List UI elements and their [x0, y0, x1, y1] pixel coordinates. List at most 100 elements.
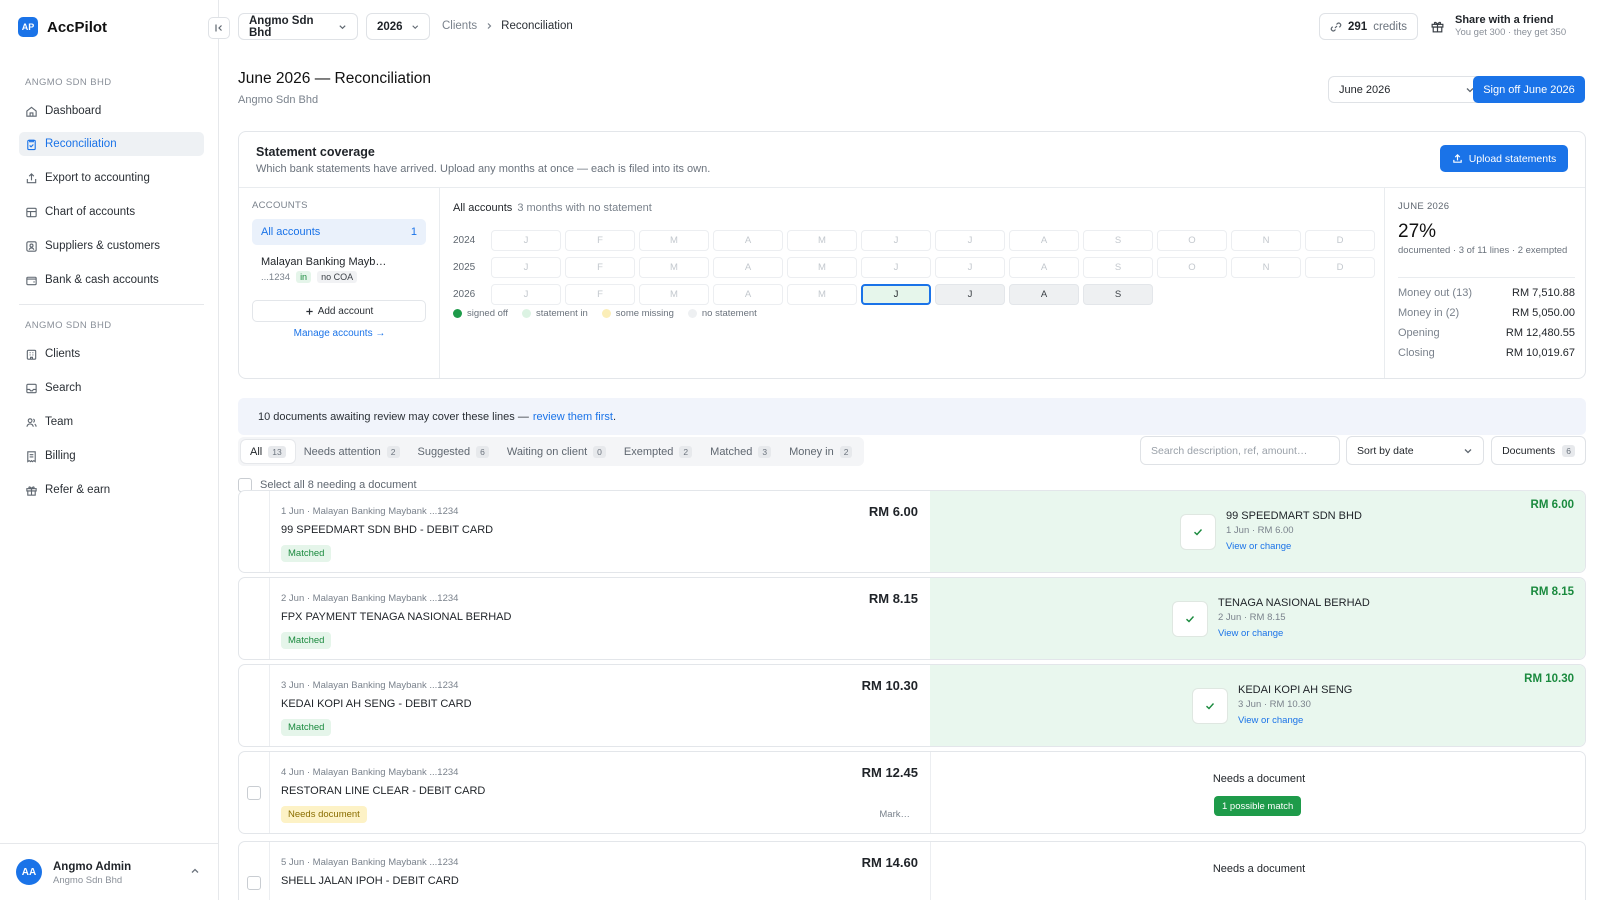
sidebar-item-export[interactable]: Export to accounting [19, 166, 204, 190]
view-or-change-link[interactable]: View or change [1218, 628, 1283, 639]
month-cell[interactable]: D [1305, 230, 1375, 251]
sidebar-item-team[interactable]: Team [19, 410, 204, 434]
month-cell[interactable]: M [639, 257, 709, 278]
tab-needs-attention[interactable]: Needs attention 2 [295, 440, 409, 463]
month-cell[interactable]: F [565, 257, 635, 278]
sidebar-item-chart-of-accounts[interactable]: Chart of accounts [19, 200, 204, 224]
month-cell[interactable]: S [1083, 284, 1153, 305]
transaction-description: KEDAI KOPI AH SENG - DEBIT CARD [281, 698, 472, 710]
month-cell[interactable]: O [1157, 230, 1227, 251]
month-cell[interactable]: S [1083, 230, 1153, 251]
tab-money-in[interactable]: Money in 2 [780, 440, 861, 463]
view-or-change-link[interactable]: View or change [1226, 541, 1291, 552]
upload-statements-button[interactable]: Upload statements [1440, 145, 1568, 172]
match-check [1192, 688, 1228, 724]
sidebar-item-refer[interactable]: Refer & earn [19, 478, 204, 502]
month-cell[interactable]: J [935, 230, 1005, 251]
month-cell[interactable]: J [935, 257, 1005, 278]
sidebar-item-search[interactable]: Search [19, 376, 204, 400]
review-first-link[interactable]: review them first [533, 411, 613, 423]
month-cell[interactable]: A [1009, 230, 1079, 251]
month-cell[interactable]: M [639, 284, 709, 305]
transaction-row[interactable]: 3 Jun · Malayan Banking Maybank ...1234 K… [238, 664, 1586, 747]
tab-waiting-on-client[interactable]: Waiting on client 0 [498, 440, 615, 463]
search-input[interactable] [1151, 444, 1329, 457]
month-cell[interactable]: J [491, 257, 561, 278]
app-logo[interactable]: AP AccPilot [18, 17, 107, 37]
share-with-friend[interactable]: Share with a friend You get 300 · they g… [1430, 13, 1566, 39]
legend-item: signed off [453, 308, 508, 319]
sidebar-item-label: Chart of accounts [45, 206, 136, 218]
year-row: 2025 J F M A M J J A S O N D [453, 257, 1379, 278]
sidebar-item-clients[interactable]: Clients [19, 342, 204, 366]
sign-off-button[interactable]: Sign off June 2026 [1473, 76, 1585, 103]
collapse-sidebar-button[interactable] [208, 17, 230, 39]
transaction-amount: RM 14.60 [861, 855, 918, 870]
month-cell[interactable]: M [787, 284, 857, 305]
month-cell[interactable]: J [861, 284, 931, 305]
month-cell[interactable]: A [1009, 257, 1079, 278]
matched-amount: RM 6.00 [1530, 499, 1574, 511]
check-icon [1194, 529, 1203, 536]
sidebar-item-suppliers[interactable]: Suppliers & customers [19, 234, 204, 258]
month-cell[interactable]: A [1009, 284, 1079, 305]
month-cell[interactable]: N [1231, 257, 1301, 278]
sidebar-item-reconciliation[interactable]: Reconciliation [19, 132, 204, 156]
month-select[interactable]: June 2026 [1328, 76, 1486, 103]
manage-accounts-link[interactable]: Manage accounts → [239, 328, 440, 339]
documents-count: 6 [1562, 444, 1575, 457]
tab-all[interactable]: All 13 [241, 440, 295, 463]
banner-tail: . [612, 410, 616, 423]
search-input-wrapper[interactable] [1140, 436, 1340, 465]
tab-suggested[interactable]: Suggested 6 [409, 440, 498, 463]
month-cell[interactable]: N [1231, 230, 1301, 251]
month-cell[interactable]: A [713, 284, 783, 305]
month-cell[interactable]: M [787, 230, 857, 251]
mark-menu[interactable]: Mark… [879, 809, 910, 820]
month-cell[interactable]: A [713, 230, 783, 251]
possible-match-button[interactable]: 1 possible match [1214, 796, 1302, 816]
company-select[interactable]: Angmo Sdn Bhd [238, 13, 358, 40]
transaction-row[interactable]: 1 Jun · Malayan Banking Maybank ...1234 9… [238, 490, 1586, 573]
breadcrumb-clients[interactable]: Clients [442, 20, 477, 32]
year-select[interactable]: 2026 [366, 13, 430, 40]
sidebar-item-dashboard[interactable]: Dashboard [19, 99, 204, 123]
tab-label: Exempted [623, 445, 674, 458]
month-cell[interactable]: J [935, 284, 1005, 305]
user-menu[interactable]: AA Angmo Admin Angmo Sdn Bhd [0, 843, 219, 900]
all-accounts-item[interactable]: All accounts 1 [252, 219, 426, 245]
transaction-row[interactable]: 4 Jun · Malayan Banking Maybank ...1234 R… [238, 751, 1586, 834]
transaction-row[interactable]: 5 Jun · Malayan Banking Maybank ...1234 S… [238, 841, 1586, 900]
sidebar-section-label: ANGMO SDN BHD [25, 77, 112, 88]
month-cell[interactable]: J [491, 284, 561, 305]
month-cell[interactable]: J [491, 230, 561, 251]
month-cell[interactable]: S [1083, 257, 1153, 278]
transaction-row[interactable]: 2 Jun · Malayan Banking Maybank ...1234 F… [238, 577, 1586, 660]
credits-badge[interactable]: 291 credits [1319, 13, 1419, 40]
row-checkbox[interactable] [247, 785, 261, 800]
check-icon [1206, 703, 1215, 710]
month-cell[interactable]: F [565, 230, 635, 251]
month-cell[interactable]: D [1305, 257, 1375, 278]
add-account-button[interactable]: Add account [252, 300, 426, 322]
month-cell[interactable]: J [861, 257, 931, 278]
company-select-value: Angmo Sdn Bhd [249, 14, 314, 39]
sidebar-item-billing[interactable]: Billing [19, 444, 204, 468]
transaction-amount: RM 8.15 [868, 591, 918, 606]
month-stats: JUNE 2026 27% documented · 3 of 11 lines… [1384, 188, 1585, 378]
tab-exempted[interactable]: Exempted 2 [615, 440, 701, 463]
month-cell[interactable]: J [861, 230, 931, 251]
account-name[interactable]: Malayan Banking Mayb… [261, 256, 386, 268]
month-cell[interactable]: O [1157, 257, 1227, 278]
month-cell[interactable]: F [565, 284, 635, 305]
needs-document-text: Needs a document [1212, 863, 1306, 875]
sort-select[interactable]: Sort by date [1346, 436, 1484, 465]
row-checkbox[interactable] [247, 875, 261, 890]
month-cell[interactable]: A [713, 257, 783, 278]
view-or-change-link[interactable]: View or change [1238, 715, 1303, 726]
month-cell[interactable]: M [639, 230, 709, 251]
month-cell[interactable]: M [787, 257, 857, 278]
tab-matched[interactable]: Matched 3 [701, 440, 780, 463]
documents-button[interactable]: Documents 6 [1491, 436, 1586, 465]
sidebar-item-bank-accounts[interactable]: Bank & cash accounts [19, 268, 204, 292]
